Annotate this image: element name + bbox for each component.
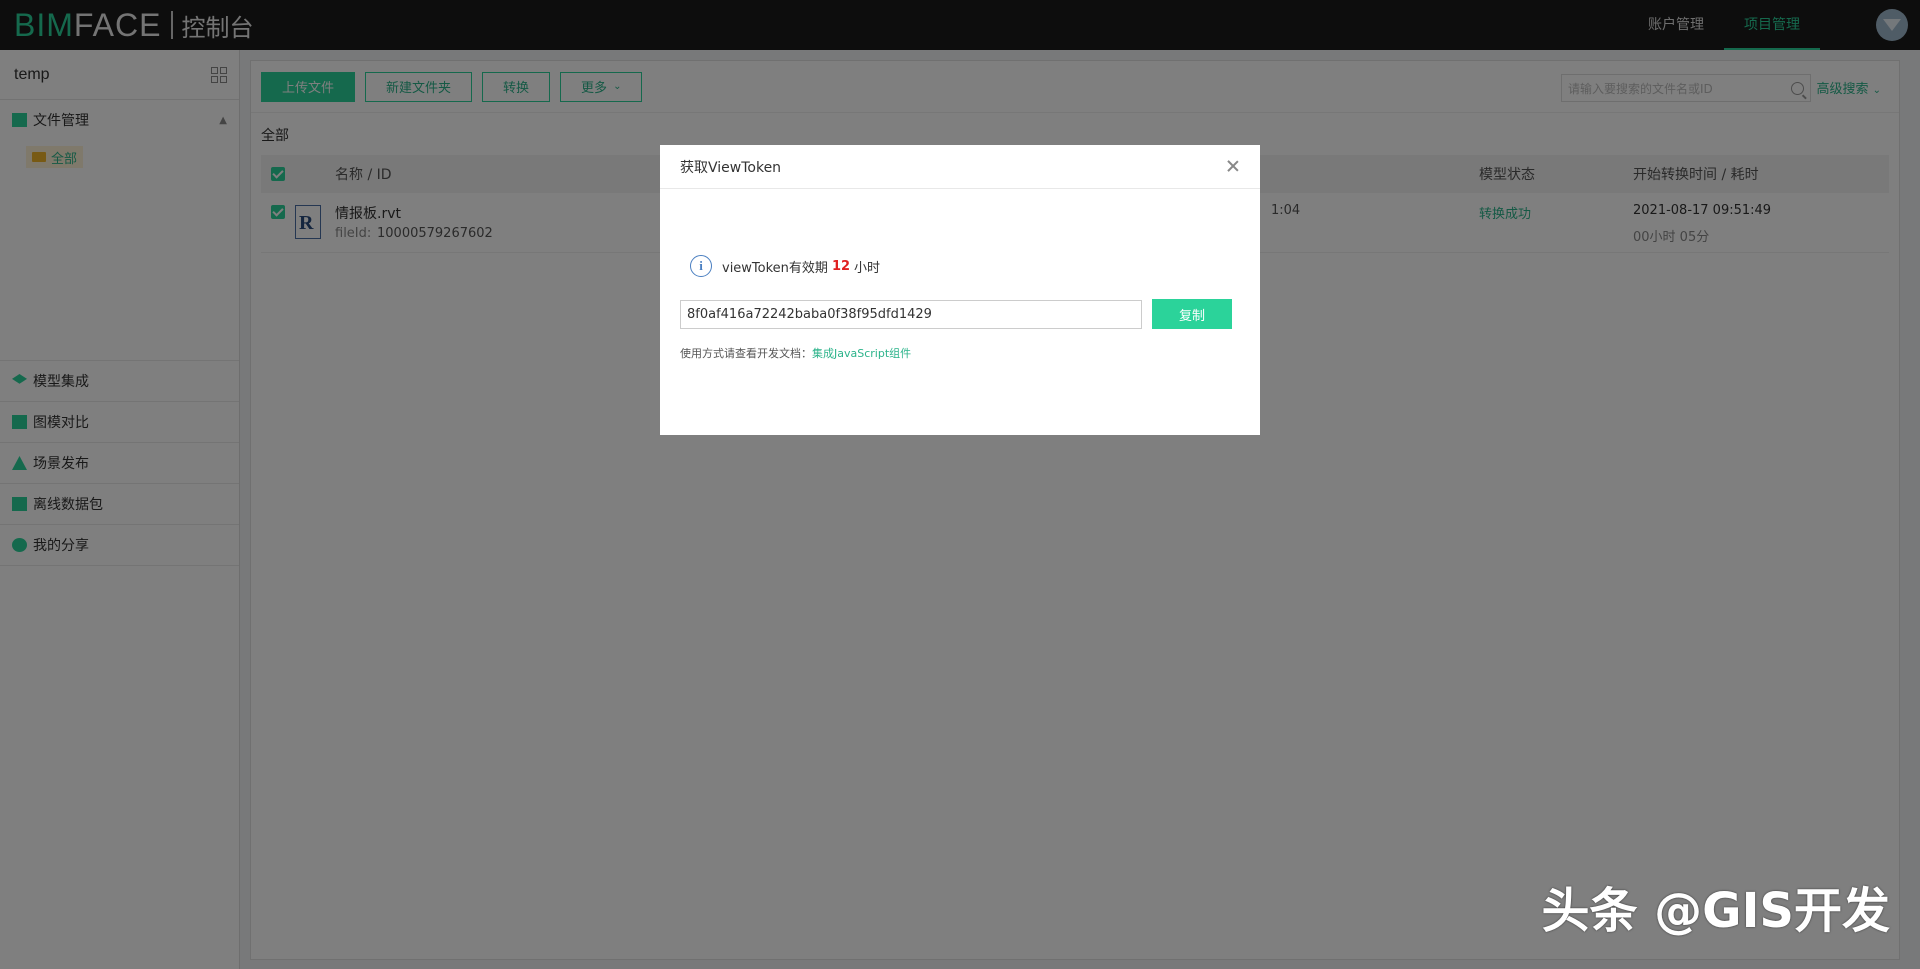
usage-hint: 使用方式请查看开发文档：集成JavaScript组件 xyxy=(680,345,911,361)
close-icon[interactable] xyxy=(1226,159,1240,173)
validity-suffix: 小时 xyxy=(854,260,881,276)
docs-link[interactable]: 集成JavaScript组件 xyxy=(812,347,911,360)
dialog-header: 获取ViewToken xyxy=(660,145,1260,189)
dialog-title: 获取ViewToken xyxy=(680,159,782,176)
info-icon: i xyxy=(690,255,712,277)
token-field[interactable] xyxy=(680,300,1142,329)
validity-hours: 12 xyxy=(831,258,851,274)
validity-prefix: viewToken有效期 xyxy=(722,260,828,276)
watermark: 头条 @GIS开发 xyxy=(1541,883,1890,939)
validity-info: i viewToken有效期 12 小时 xyxy=(690,255,880,277)
copy-button[interactable]: 复制 xyxy=(1152,299,1232,329)
usage-prefix: 使用方式请查看开发文档： xyxy=(680,347,812,360)
viewtoken-dialog: 获取ViewToken i viewToken有效期 12 小时 复制 使用方式… xyxy=(660,145,1260,435)
